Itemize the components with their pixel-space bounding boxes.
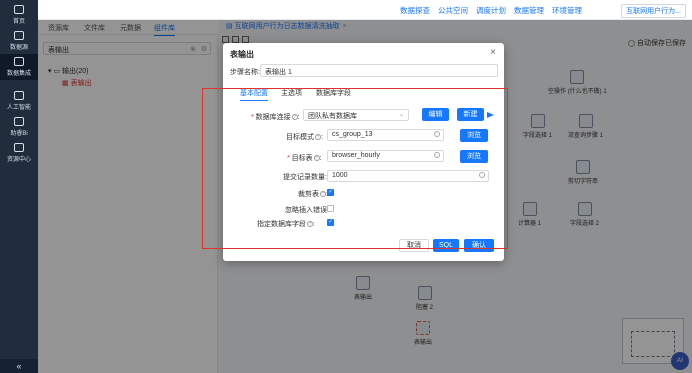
target-table-input[interactable]: browser_hourly	[327, 150, 444, 162]
help-icon[interactable]: ?	[320, 191, 326, 198]
step-name-label: 步骤名称:	[230, 69, 260, 76]
step-name-input[interactable]: 表输出 1	[260, 64, 498, 77]
dialog-title: 表输出	[230, 50, 254, 59]
workspace-selector[interactable]: 互联网用户行为...	[621, 4, 686, 18]
target-schema-label: 目标模式?:	[286, 134, 323, 141]
specify-db-fields-checkbox[interactable]: ✓	[327, 219, 334, 226]
specify-db-fields-label: 指定数据库字段?:	[257, 221, 315, 228]
tab-main-options[interactable]: 主选项	[281, 88, 302, 98]
help-icon[interactable]: ?	[315, 134, 321, 141]
top-bar: 数据探查 公共空间 调度计划 数据管理 环境管理 互联网用户行为...	[38, 0, 692, 20]
nav-item-datasource[interactable]: 数据源	[0, 28, 38, 54]
table-output-dialog: 表输出 × 步骤名称: 表输出 1 基本配置 主选项 数据库字段 * 数据库连接…	[223, 43, 504, 261]
tab-basic-config[interactable]: 基本配置	[240, 88, 268, 101]
cancel-button[interactable]: 取消	[399, 239, 429, 252]
target-table-label: * 目标表?:	[287, 155, 322, 162]
help-icon[interactable]: ?	[307, 221, 313, 228]
browse-schema-button[interactable]: 浏览	[460, 129, 488, 142]
new-button[interactable]: 新建	[457, 108, 484, 121]
nav-collapse-button[interactable]: «	[0, 359, 38, 373]
ai-icon	[14, 91, 24, 100]
commit-size-label: 提交记录数量:	[283, 174, 327, 181]
ignore-insert-errors-label: 忽略插入错误:	[285, 207, 329, 214]
resource-icon	[14, 143, 24, 152]
bi-icon	[14, 117, 24, 126]
nav-item-ai[interactable]: 人工智能	[0, 88, 38, 114]
variable-icon[interactable]	[479, 172, 485, 178]
help-icon[interactable]: ?	[291, 114, 298, 121]
variable-icon[interactable]	[434, 152, 440, 158]
help-icon[interactable]: ?	[313, 155, 320, 162]
truncate-table-checkbox[interactable]: ✓	[327, 189, 334, 196]
chevron-down-icon: ⌄	[398, 112, 404, 118]
menu-public-space[interactable]: 公共空间	[438, 5, 468, 16]
edit-button[interactable]: 编辑	[422, 108, 449, 121]
db-connection-label: * 数据库连接?:	[251, 114, 300, 121]
menu-data-manage[interactable]: 数据管理	[514, 5, 544, 16]
nav-item-bi[interactable]: 助睿Bi	[0, 114, 38, 140]
ignore-insert-errors-checkbox[interactable]	[327, 205, 334, 212]
browse-table-button[interactable]: 浏览	[460, 150, 488, 163]
db-connection-select[interactable]: 团队私有数据库 ⌄	[303, 109, 409, 121]
nav-item-home[interactable]: 首页	[0, 2, 38, 28]
left-nav: 首页 数据源 数据集成 人工智能 助睿Bi 资源中心 «	[0, 0, 38, 373]
menu-env-manage[interactable]: 环境管理	[552, 5, 582, 16]
home-icon	[14, 5, 24, 14]
nav-item-integration[interactable]: 数据集成	[0, 54, 38, 80]
menu-schedule[interactable]: 调度计划	[476, 5, 506, 16]
sql-button[interactable]: SQL	[433, 239, 459, 252]
close-icon[interactable]: ×	[490, 47, 496, 58]
send-icon[interactable]	[487, 112, 494, 118]
top-menu: 数据探查 公共空间 调度计划 数据管理 环境管理	[400, 5, 582, 16]
tab-db-fields[interactable]: 数据库字段	[316, 88, 351, 98]
truncate-table-label: 裁剪表?:	[298, 191, 328, 198]
menu-data-explore[interactable]: 数据探查	[400, 5, 430, 16]
nav-item-resource[interactable]: 资源中心	[0, 140, 38, 166]
datasource-icon	[14, 31, 24, 40]
variable-icon[interactable]	[434, 131, 440, 137]
confirm-button[interactable]: 确认	[464, 239, 494, 252]
integration-icon	[14, 57, 24, 66]
target-schema-input[interactable]: cs_group_13	[327, 129, 444, 141]
commit-size-input[interactable]: 1000	[327, 170, 489, 182]
